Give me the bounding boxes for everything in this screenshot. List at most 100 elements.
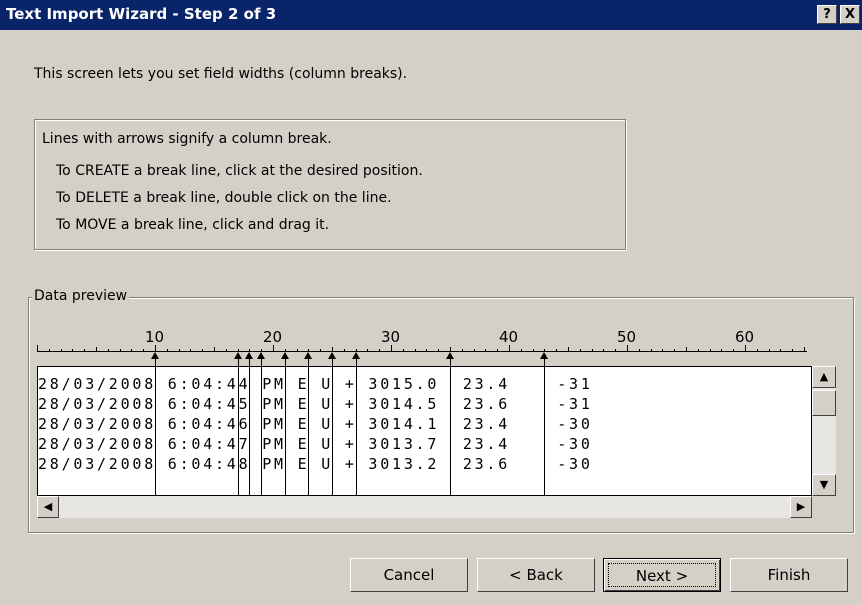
column-break-arrow[interactable] [540,352,549,359]
ruler-tick [497,349,499,351]
ruler-tick [379,349,381,351]
close-button[interactable]: X [840,5,860,24]
preview-row: 28/03/2008 6:04:44 PM E U + 3015.0 23.4 … [38,375,593,393]
ruler-tick [721,349,723,351]
column-break-line[interactable] [249,367,251,495]
ruler-tick [202,349,204,351]
finish-button[interactable]: Finish [730,558,848,592]
ruler-number: 30 [381,328,401,346]
ruler-tick [107,349,109,351]
column-break-arrow[interactable] [351,352,360,359]
column-break-arrow-stem [249,359,251,366]
column-break-arrow[interactable] [233,352,242,359]
column-break-line[interactable] [355,367,357,495]
ruler-tick [84,349,86,351]
ruler-tick [190,349,192,351]
ruler-tick [320,349,322,351]
scroll-down-button[interactable]: ▼ [812,474,836,496]
column-break-line[interactable] [237,367,239,495]
ruler-number: 20 [263,328,283,346]
instruction-line: To CREATE a break line, click at the des… [56,163,423,179]
ruler-tick [556,349,558,351]
preview-row: 28/03/2008 6:04:47 PM E U + 3013.7 23.4 … [38,435,593,453]
column-break-arrow[interactable] [280,352,289,359]
ruler-tick [296,349,298,351]
ruler-tick [72,349,74,351]
ruler-tick [662,349,664,351]
preview-row: 28/03/2008 6:04:45 PM E U + 3014.5 23.6 … [38,395,593,413]
ruler-tick [284,349,286,351]
instruction-line: To DELETE a break line, double click on … [56,190,392,206]
scroll-right-button[interactable]: ▶ [790,496,812,518]
ruler-tick [780,349,782,351]
ruler-tick [650,349,652,351]
column-break-line[interactable] [544,367,546,495]
column-break-arrow[interactable] [257,352,266,359]
instruction-line: Lines with arrows signify a column break… [42,131,332,147]
ruler-tick [733,349,735,351]
ruler-tick [438,349,440,351]
data-preview-label: Data preview [32,288,130,304]
instruction-line: To MOVE a break line, click and drag it. [56,217,330,233]
column-break-arrow-stem [237,359,239,366]
column-break-arrow-stem [284,359,286,366]
column-break-arrow-stem [332,359,333,366]
ruler-tick [709,349,711,351]
ruler-tick [591,349,593,351]
column-break-arrow-stem [450,359,451,366]
window-title: Text Import Wizard - Step 2 of 3 [6,5,277,23]
ruler-tick [532,349,534,351]
column-break-arrow-stem [155,359,156,366]
column-break-arrow[interactable] [245,352,254,359]
column-break-arrow-stem [261,359,263,366]
help-button[interactable]: ? [817,5,837,24]
ruler-tick [414,349,416,351]
ruler-tick [686,347,687,351]
ruler-tick [756,349,758,351]
scroll-up-button[interactable]: ▲ [812,366,836,388]
ruler-number: 10 [145,328,165,346]
preview-row: 28/03/2008 6:04:46 PM E U + 3014.1 23.4 … [38,415,593,433]
ruler-number: 50 [617,328,637,346]
column-break-arrow[interactable] [328,352,336,359]
back-button[interactable]: < Back [477,558,595,592]
column-break-arrow[interactable] [304,352,313,359]
column-break-arrow-stem [544,359,546,366]
horizontal-scrollbar[interactable]: ◀ ▶ [37,496,812,518]
column-ruler[interactable]: 10 20 30 40 50 60 [37,324,812,366]
preview-row: 28/03/2008 6:04:48 PM E U + 3013.2 23.6 … [38,455,593,473]
column-break-line[interactable] [308,367,310,495]
vertical-scrollbar[interactable]: ▲ ▼ [812,366,836,496]
ruler-tick [332,347,333,351]
ruler-tick [461,349,463,351]
scroll-left-button[interactable]: ◀ [37,496,59,518]
column-break-line[interactable] [284,367,286,495]
ruler-tick [402,349,404,351]
scroll-thumb[interactable] [812,390,836,416]
cancel-button[interactable]: Cancel [350,558,468,592]
scrollbar-corner [812,496,836,518]
column-break-line[interactable] [155,367,156,495]
ruler-tick [131,349,133,351]
ruler-tick [473,349,475,351]
column-break-line[interactable] [450,367,451,495]
ruler-tick [485,349,487,351]
column-break-line[interactable] [332,367,333,495]
ruler-tick [178,349,180,351]
column-break-line[interactable] [261,367,263,495]
data-preview-pane[interactable]: 28/03/2008 6:04:44 PM E U + 3015.0 23.4 … [37,366,812,496]
ruler-tick [214,347,215,351]
ruler-tick [96,347,97,351]
ruler-tick [450,347,451,351]
column-break-arrow[interactable] [446,352,454,359]
ruler-tick [568,347,569,351]
ruler-tick [237,349,239,351]
column-break-arrow[interactable] [151,352,159,359]
ruler-tick [426,349,428,351]
ruler-tick [60,349,62,351]
ruler-tick [367,349,369,351]
next-button[interactable]: Next > [603,558,721,592]
ruler-tick [143,349,145,351]
ruler-tick [355,349,357,351]
ruler-tick [579,349,581,351]
